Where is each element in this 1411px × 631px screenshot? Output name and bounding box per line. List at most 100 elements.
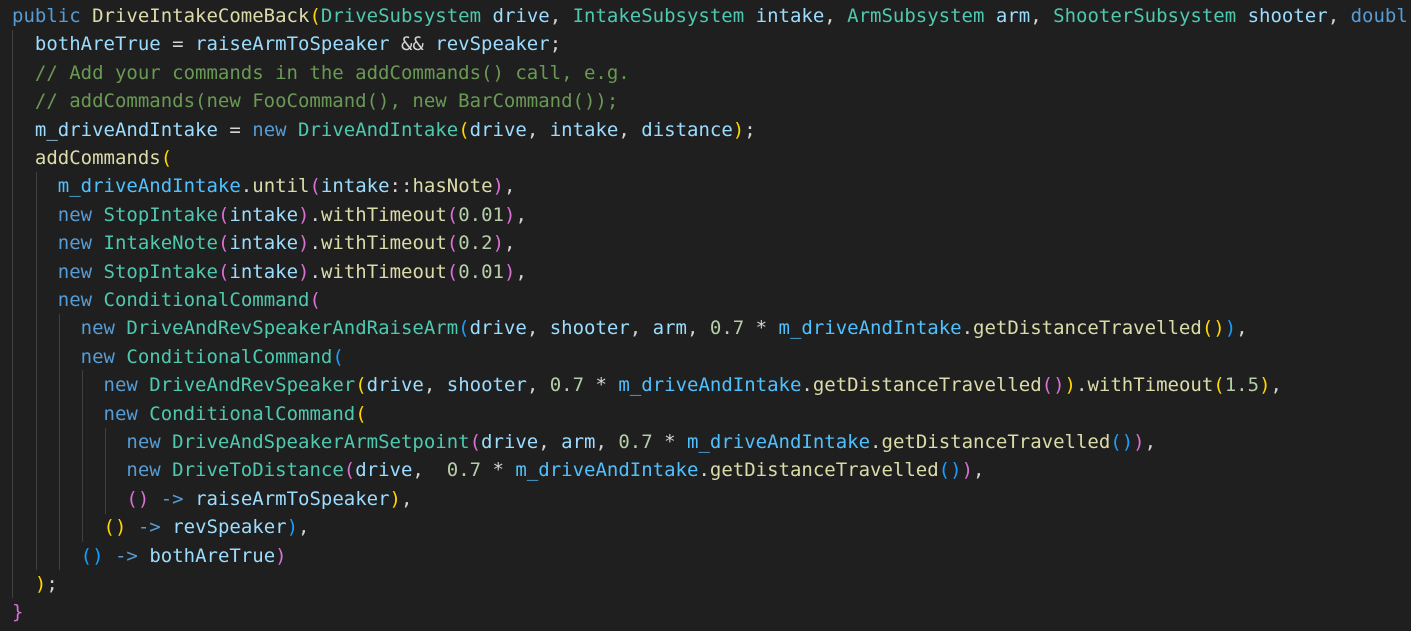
bracket-token: ( (217, 203, 230, 226)
variable-token: drive (469, 118, 527, 141)
variable-token: drive (481, 431, 539, 453)
code-line[interactable]: () -> bothAreTrue) (12, 542, 287, 570)
keyword-token: public (12, 5, 81, 27)
code-line[interactable]: new ConditionalCommand( (12, 343, 344, 371)
code-line[interactable]: new ConditionalCommand( (12, 286, 321, 314)
variable-token: intake (320, 175, 390, 198)
code-line[interactable]: new StopIntake(intake).withTimeout(0.01)… (12, 258, 527, 286)
code-line[interactable]: m_driveAndIntake = new DriveAndIntake(dr… (12, 116, 756, 144)
function-token: withTimeout (320, 260, 447, 283)
punctuation-token: * (744, 317, 779, 340)
code-line[interactable]: new IntakeNote(intake).withTimeout(0.2), (12, 229, 516, 257)
number-token: 0.7 (446, 459, 482, 482)
type-token: IntakeSubsystem (572, 5, 745, 27)
bracket-token: ) (1259, 374, 1271, 397)
punctuation-token: . (309, 232, 321, 255)
function-token: hasNote (412, 175, 493, 198)
punctuation-token (984, 5, 995, 27)
punctuation-token (92, 232, 103, 254)
code-line[interactable]: // addCommands(new FooCommand(), new Bar… (12, 87, 618, 115)
function-token: getDistanceTravelled (881, 431, 1111, 453)
code-line[interactable]: () -> raiseArmToSpeaker), (12, 485, 412, 513)
punctuation-token (161, 459, 172, 481)
variable-token: distance (641, 118, 733, 141)
code-line[interactable]: new DriveAndRevSpeakerAndRaiseArm(drive,… (12, 314, 1248, 342)
type-token: DriveAndSpeakerArmSetpoint (172, 431, 470, 453)
punctuation-token: = (217, 118, 253, 141)
keyword-token: new (80, 317, 115, 340)
number-token: 0.7 (709, 317, 745, 340)
punctuation-token: && (389, 33, 436, 56)
type-token: StopIntake (103, 260, 218, 283)
punctuation-token: . (801, 374, 813, 397)
bracket-token: ) (389, 487, 401, 510)
function-token: withTimeout (320, 203, 447, 226)
type-token: StopIntake (103, 203, 218, 226)
type-token: DriveSubsystem (320, 5, 482, 27)
punctuation-token: . (309, 203, 321, 226)
punctuation-token (12, 33, 35, 55)
arrow-token: -> (160, 487, 184, 510)
punctuation-token (12, 90, 35, 112)
keyword-token: doubl (1350, 5, 1408, 27)
code-line[interactable]: new StopIntake(intake).withTimeout(0.01)… (12, 201, 527, 229)
code-line[interactable]: m_driveAndIntake.until(intake::hasNote), (12, 172, 516, 200)
bracket-token: ) (1133, 431, 1145, 453)
punctuation-token (126, 516, 137, 538)
code-line[interactable]: new DriveToDistance(drive, 0.7 * m_drive… (12, 456, 984, 484)
punctuation-token (138, 545, 149, 567)
punctuation-token (12, 261, 58, 283)
punctuation-token: , (629, 317, 653, 340)
punctuation-token (12, 488, 126, 510)
punctuation-token: * (652, 431, 688, 453)
code-line[interactable]: new DriveAndSpeakerArmSetpoint(drive, ar… (12, 428, 1156, 456)
bracket-token: ) (492, 175, 504, 198)
number-token: 0.7 (618, 431, 653, 453)
variable-token: arm (652, 317, 687, 340)
code-line[interactable]: bothAreTrue = raiseArmToSpeaker && revSp… (12, 30, 561, 58)
bracket-token: ) (34, 573, 47, 595)
type-token: ConditionalCommand (126, 345, 333, 368)
punctuation-token: , (298, 516, 310, 539)
code-line[interactable]: } (12, 598, 23, 626)
variable-token: bothAreTrue (149, 544, 276, 567)
code-line[interactable]: // Add your commands in the addCommands(… (12, 59, 630, 87)
punctuation-token (81, 5, 92, 27)
number-token: 0.01 (458, 260, 504, 283)
bracket-token: ) (492, 232, 505, 255)
field-token: m_driveAndIntake (778, 317, 962, 340)
punctuation-token (12, 204, 58, 226)
punctuation-token: , (1236, 317, 1248, 340)
code-line[interactable]: new DriveAndRevSpeaker(drive, shooter, 0… (12, 371, 1282, 399)
code-line[interactable]: ); (12, 570, 58, 598)
bracket-token: ( (446, 232, 459, 255)
punctuation-token: , (515, 203, 527, 226)
code-line[interactable]: public DriveIntakeComeBack(DriveSubsyste… (12, 2, 1408, 30)
function-token: DriveIntakeComeBack (92, 5, 310, 27)
bracket-token: ( (469, 431, 482, 453)
type-token: DriveAndRevSpeaker (149, 374, 356, 397)
punctuation-token: * (481, 459, 516, 482)
keyword-token: new (103, 402, 138, 425)
code-line[interactable]: addCommands( (12, 144, 172, 172)
keyword-token: new (126, 459, 161, 482)
bracket-token: } (12, 601, 24, 624)
type-token: DriveAndIntake (298, 118, 459, 141)
punctuation-token (12, 374, 104, 396)
keyword-token: new (103, 374, 138, 397)
variable-token: revSpeaker (435, 33, 550, 56)
code-line[interactable]: new ConditionalCommand( (12, 400, 367, 428)
variable-token: arm (995, 5, 1031, 27)
keyword-token: new (57, 232, 93, 255)
type-token: IntakeNote (103, 232, 218, 255)
bracket-token: ( (458, 317, 470, 340)
code-line[interactable]: () -> revSpeaker), (12, 513, 310, 541)
number-token: 0.2 (458, 232, 493, 255)
code-editor[interactable]: public DriveIntakeComeBack ( DriveSubsyste… (0, 0, 1411, 631)
punctuation-token (149, 488, 160, 510)
bracket-token: ( (355, 374, 367, 397)
bracket-token: ( (309, 175, 321, 198)
punctuation-token: , (1144, 431, 1157, 453)
variable-token: intake (755, 5, 825, 27)
variable-token: drive (492, 5, 550, 27)
